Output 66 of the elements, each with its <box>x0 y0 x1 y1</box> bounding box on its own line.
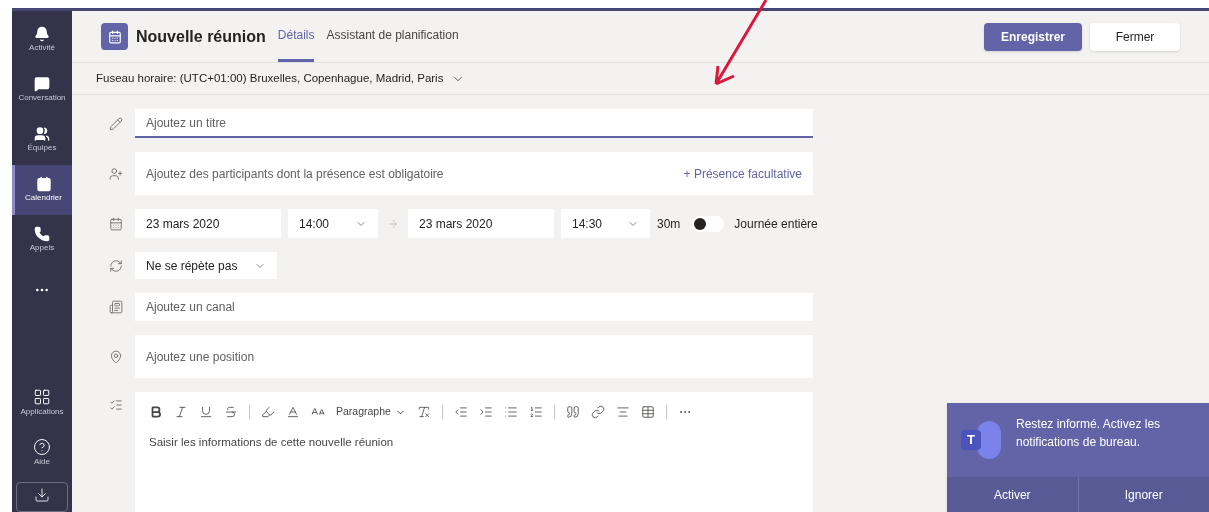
toast-message: Restez informé. Activez les notifications de bureau. <box>1016 416 1162 451</box>
end-time-dropdown[interactable]: 14:30 <box>561 209 650 238</box>
strikethrough-icon[interactable] <box>224 405 238 419</box>
sidebar-item[interactable]: Applications <box>12 378 72 428</box>
numbered-list-icon[interactable] <box>528 405 543 419</box>
calendar-icon <box>35 176 52 192</box>
apps-icon <box>33 388 51 406</box>
quote-icon[interactable] <box>565 405 580 419</box>
bold-icon[interactable] <box>149 405 163 419</box>
all-day-label: Journée entière <box>734 215 818 233</box>
editor-placeholder: Saisir les informations de cette nouvelle réunion <box>149 435 395 450</box>
clear-format-icon[interactable] <box>416 405 431 419</box>
title-field[interactable]: Ajoutez un titre <box>135 109 813 138</box>
timezone-dropdown[interactable]: Fuseau horaire: (UTC+01:00) Bruxelles, Copenhague, Madrid, Paris <box>96 69 466 88</box>
sidebar-item[interactable]: Aide <box>12 428 72 478</box>
start-date-field[interactable]: 23 mars 2020 <box>135 209 281 238</box>
phone-icon <box>34 226 50 242</box>
close-button[interactable]: Fermer <box>1090 22 1180 51</box>
attendees-field[interactable]: Ajoutez des participants dont la présence est obligatoire + Présence facultative <box>135 152 813 195</box>
paragraph-dropdown[interactable]: Paragraphe <box>336 404 406 420</box>
channel-field[interactable]: Ajoutez un canal <box>135 293 813 321</box>
sidebar-item[interactable]: Activité <box>12 15 72 65</box>
align-icon[interactable] <box>615 405 630 419</box>
font-color-icon[interactable] <box>286 405 300 419</box>
all-day-toggle[interactable] <box>692 215 725 232</box>
meeting-icon <box>101 23 128 50</box>
bullet-list-icon[interactable] <box>503 405 518 419</box>
underline-icon[interactable] <box>199 405 213 419</box>
recurrence-dropdown[interactable]: Ne se répète pas <box>135 252 277 279</box>
activate-button[interactable]: Activer <box>947 477 1079 512</box>
arrow-icon <box>387 217 399 230</box>
add-person-icon <box>108 166 123 181</box>
sidebar-item[interactable]: Calendrier <box>12 165 72 215</box>
download-icon <box>34 487 50 503</box>
calendar-icon <box>108 216 123 231</box>
indent-icon[interactable] <box>478 405 493 419</box>
bell-icon <box>34 26 50 42</box>
sidebar-item[interactable]: Équipes <box>12 115 72 165</box>
pencil-icon <box>108 116 123 131</box>
description-editor[interactable]: Paragraphe Saisir les informations de cette nouvelle réunion <box>135 392 813 512</box>
duration-label: 30m <box>657 215 681 233</box>
details-icon <box>108 398 123 412</box>
highlighter-icon[interactable] <box>261 405 275 419</box>
channel-icon <box>108 300 123 314</box>
page-title: Nouvelle réunion <box>136 26 266 47</box>
location-field[interactable]: Ajoutez une position <box>135 335 813 378</box>
tab[interactable]: Assistant de planification <box>326 11 459 62</box>
help-icon <box>33 438 51 456</box>
download-button[interactable] <box>16 482 68 512</box>
ignore-button[interactable]: Ignorer <box>1078 477 1209 512</box>
chat-icon <box>34 76 50 92</box>
outdent-icon[interactable] <box>453 405 468 419</box>
optional-attendees-link[interactable]: + Présence facultative <box>683 164 802 183</box>
repeat-icon <box>108 258 123 273</box>
link-icon[interactable] <box>590 405 605 419</box>
sidebar-item[interactable]: Appels <box>12 215 72 265</box>
team-icon <box>34 126 50 142</box>
location-icon <box>108 349 123 364</box>
teams-logo: T <box>961 421 1007 461</box>
tab[interactable]: Détails <box>277 11 315 62</box>
save-button[interactable]: Enregistrer <box>984 22 1082 51</box>
end-date-field[interactable]: 23 mars 2020 <box>408 209 554 238</box>
table-icon[interactable] <box>640 405 655 419</box>
sidebar-item[interactable]: Conversation <box>12 65 72 115</box>
start-time-dropdown[interactable]: 14:00 <box>288 209 378 238</box>
italic-icon[interactable] <box>174 405 188 419</box>
